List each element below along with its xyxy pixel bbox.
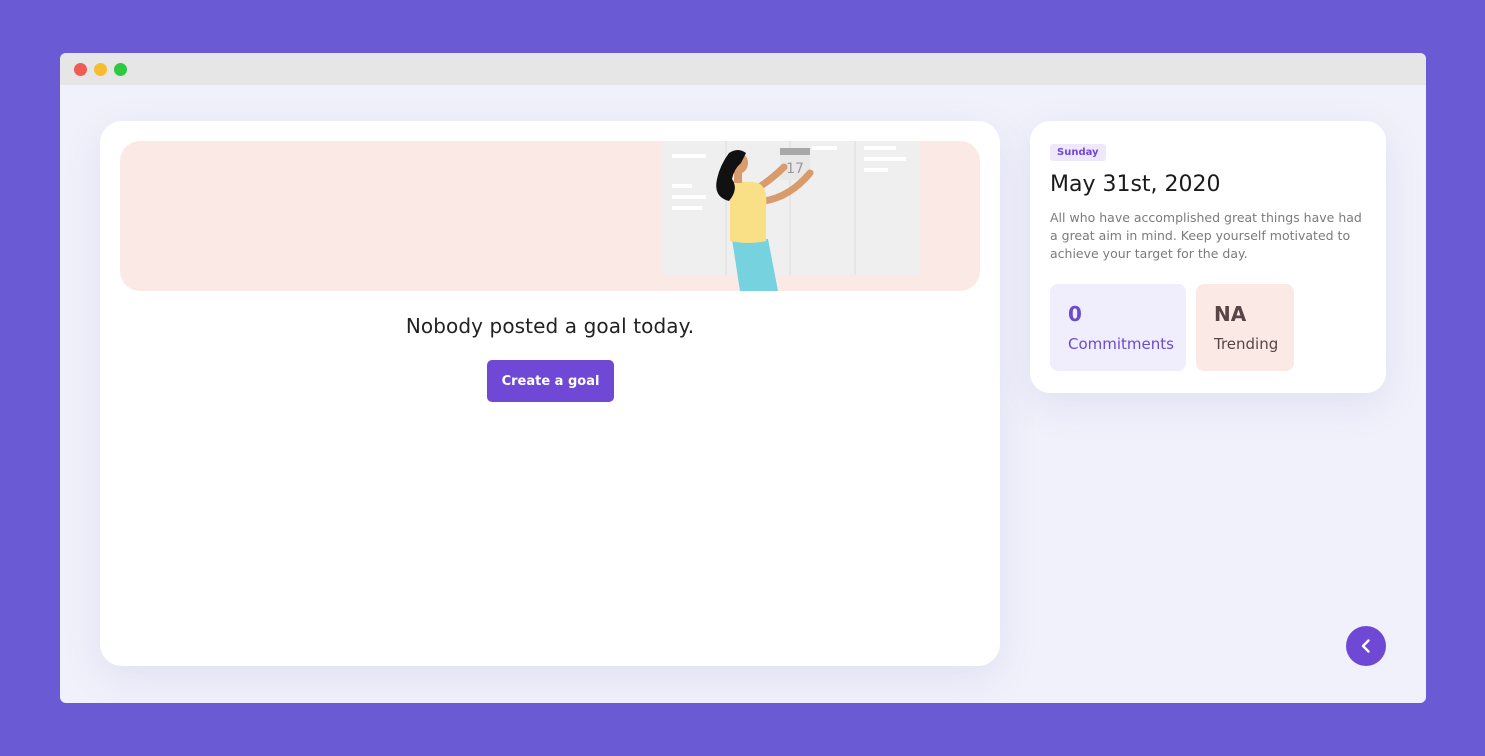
create-goal-button[interactable]: Create a goal (487, 360, 614, 402)
commitments-label: Commitments (1068, 335, 1174, 353)
woman-calendar-illustration: 17 (661, 141, 920, 291)
back-button[interactable] (1346, 626, 1386, 666)
title-bar (60, 53, 1426, 85)
chevron-left-icon (1361, 639, 1370, 653)
trending-value: NA (1214, 302, 1247, 326)
day-summary-card: Sunday May 31st, 2020 All who have accom… (1030, 121, 1386, 393)
calendar-day-label: 17 (786, 161, 804, 177)
empty-state-banner: 17 (120, 141, 980, 291)
close-window-button[interactable] (74, 63, 87, 76)
day-badge: Sunday (1050, 144, 1106, 161)
maximize-window-button[interactable] (114, 63, 127, 76)
commitments-count: 0 (1068, 302, 1082, 326)
date-title: May 31st, 2020 (1050, 172, 1221, 197)
empty-state-message: Nobody posted a goal today. (405, 314, 695, 338)
trending-stat: NA Trending (1196, 284, 1294, 371)
goal-feed-card: 17 Nobody posted a goal today. Create a … (100, 121, 1000, 666)
minimize-window-button[interactable] (94, 63, 107, 76)
commitments-stat: 0 Commitments (1050, 284, 1186, 371)
app-window: 17 Nobody posted a goal today. Create a … (60, 53, 1426, 703)
motivational-quote: All who have accomplished great things h… (1050, 210, 1362, 261)
trending-label: Trending (1214, 335, 1279, 353)
